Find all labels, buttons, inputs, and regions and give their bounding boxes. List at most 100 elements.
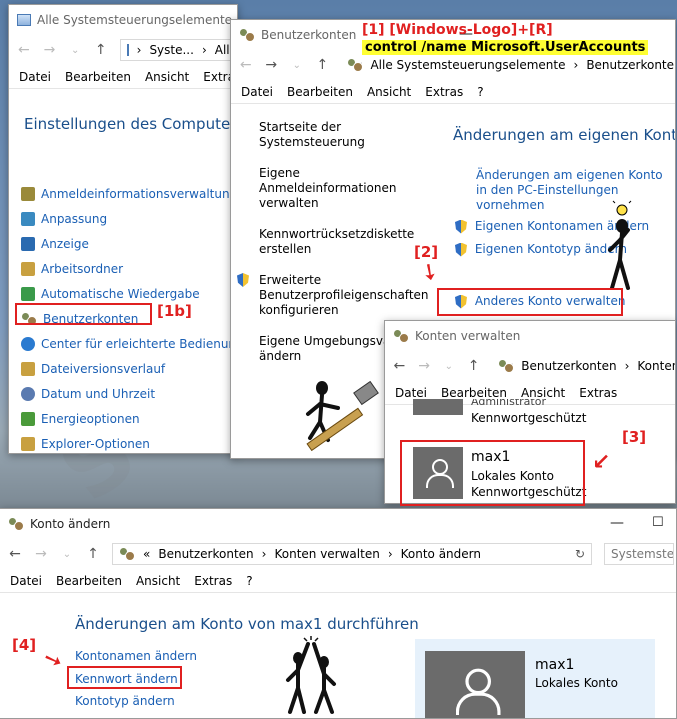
up-arrow-icon[interactable]: ↑	[467, 358, 480, 374]
menu-ansicht[interactable]: Ansicht	[521, 386, 565, 400]
menu-bar: Datei Bearbeiten Ansicht Extras ?	[0, 569, 676, 593]
menu-ansicht[interactable]: Ansicht	[136, 574, 180, 588]
history-chevron-icon[interactable]: ⌄	[290, 60, 304, 71]
side-link-credentials[interactable]: Eigene Anmeldeinformationen verwalten	[259, 166, 434, 211]
uac-shield-icon	[455, 242, 467, 257]
link-change-account-type[interactable]: Kontotyp ändern	[75, 694, 175, 708]
item-display[interactable]: Anzeige	[21, 231, 237, 256]
file-history-icon	[21, 361, 35, 376]
menu-bearbeiten[interactable]: Bearbeiten	[441, 386, 507, 400]
item-explorer-options[interactable]: Explorer-Optionen	[21, 431, 237, 453]
breadcrumb-sep-icon: ›	[573, 58, 579, 72]
menu-extras[interactable]: Extras	[194, 574, 232, 588]
annotation-step1-label: [1] [Windows-Logo]+[R]	[362, 22, 553, 38]
address-bar[interactable]: « Benutzerkonten › Konten verwalten › Ko…	[112, 543, 592, 565]
menu-extras[interactable]: Extras	[425, 85, 463, 99]
history-chevron-icon[interactable]: ⌄	[68, 45, 82, 56]
search-input[interactable]: Systemsteu	[604, 543, 674, 565]
avatar	[425, 651, 525, 718]
up-arrow-icon[interactable]: ↑	[86, 546, 100, 562]
annotation-step1-command: control /name Microsoft.UserAccounts	[362, 40, 649, 55]
back-arrow-icon[interactable]: ←	[17, 42, 31, 58]
users-icon	[119, 547, 135, 561]
menu-datei[interactable]: Datei	[10, 574, 42, 588]
forward-arrow-icon[interactable]: →	[43, 42, 57, 58]
account-tile-admin[interactable]: Administrator Kennwortgeschützt	[413, 399, 613, 431]
forward-arrow-icon[interactable]: →	[34, 546, 48, 562]
autoplay-icon	[21, 286, 35, 301]
window-title: Alle Systemsteuerungselemente	[37, 13, 233, 27]
back-arrow-icon[interactable]: ←	[393, 358, 406, 374]
titlebar: Konten verwalten	[385, 321, 675, 351]
item-date-time[interactable]: Datum und Uhrzeit	[21, 381, 237, 406]
address-bar[interactable]: « Benutzerkonten › Konten	[492, 355, 675, 377]
history-chevron-icon[interactable]: ⌄	[442, 361, 455, 372]
minimize-icon[interactable]: —	[610, 515, 624, 531]
side-link-profile-properties[interactable]: Erweiterte Benutzerprofileigenschaften k…	[237, 273, 434, 318]
breadcrumb-item[interactable]: Konto ändern	[401, 547, 481, 561]
page-title: Einstellungen des Computers	[24, 115, 238, 133]
nav-bar: ← → ⌄ ↑ « Benutzerkonten › Konten verwal…	[0, 539, 676, 569]
menu-help[interactable]: ?	[246, 574, 252, 588]
account-panel: max1 Lokales Konto	[415, 639, 655, 718]
breadcrumb-item[interactable]: Alle Systemsteuerungselemente	[370, 58, 565, 72]
maximize-icon[interactable]: ☐	[652, 515, 664, 530]
personalization-icon	[21, 211, 35, 226]
breadcrumb-sep-icon: ›	[387, 547, 393, 561]
up-arrow-icon[interactable]: ↑	[94, 42, 108, 58]
back-arrow-icon[interactable]: ←	[8, 546, 22, 562]
users-icon	[8, 517, 24, 531]
highlight-account-max1	[400, 440, 585, 506]
display-icon	[21, 236, 35, 251]
users-icon	[393, 329, 409, 343]
breadcrumb-item[interactable]: Konten verwalten	[274, 547, 379, 561]
breadcrumb-sep-icon: ›	[624, 359, 630, 373]
up-arrow-icon[interactable]: ↑	[316, 57, 330, 73]
menu-datei[interactable]: Datei	[19, 70, 51, 84]
breadcrumb-item[interactable]: Syste...	[149, 43, 194, 57]
annotation-step2: [2]	[414, 243, 439, 261]
item-ease-of-access[interactable]: Center für erleichterte Bedienung	[21, 331, 237, 356]
nav-bar: ← → ⌄ ↑ › Syste... › Alle	[9, 35, 237, 65]
avatar	[413, 399, 463, 415]
menu-ansicht[interactable]: Ansicht	[145, 70, 189, 84]
battery-icon	[21, 411, 35, 426]
menu-bearbeiten[interactable]: Bearbeiten	[287, 85, 353, 99]
breadcrumb-overflow-icon[interactable]: «	[143, 547, 150, 561]
annotation-step4: [4]	[12, 636, 37, 654]
refresh-icon[interactable]: ↻	[575, 547, 585, 561]
accessibility-icon	[21, 336, 35, 351]
link-change-account-name[interactable]: Kontonamen ändern	[75, 649, 197, 663]
breadcrumb-item[interactable]: Konten	[637, 359, 675, 373]
vault-icon	[21, 186, 35, 201]
breadcrumb-item[interactable]: Benutzerkonten	[586, 58, 675, 72]
forward-arrow-icon[interactable]: →	[418, 358, 431, 374]
item-work-folders[interactable]: Arbeitsordner	[21, 256, 237, 281]
section-heading: Änderungen am eigenen Konto	[453, 126, 676, 144]
menu-ansicht[interactable]: Ansicht	[367, 85, 411, 99]
history-chevron-icon[interactable]: ⌄	[60, 549, 74, 560]
uac-shield-icon	[455, 219, 467, 234]
annotation-step3: [3]	[622, 428, 647, 446]
item-power-options[interactable]: Energieoptionen	[21, 406, 237, 431]
back-arrow-icon[interactable]: ←	[239, 57, 253, 73]
breadcrumb-item[interactable]: Benutzerkonten	[521, 359, 616, 373]
item-file-history[interactable]: Dateiversionsverlauf	[21, 356, 237, 381]
menu-extras[interactable]: Extras	[579, 386, 617, 400]
menu-bearbeiten[interactable]: Bearbeiten	[56, 574, 122, 588]
menu-datei[interactable]: Datei	[241, 85, 273, 99]
forward-arrow-icon[interactable]: →	[265, 57, 279, 73]
address-bar[interactable]: › Syste... › Alle	[119, 39, 237, 61]
side-link-control-panel-home[interactable]: Startseite der Systemsteuerung	[259, 120, 434, 150]
menu-help[interactable]: ?	[477, 85, 483, 99]
user-icon	[454, 668, 501, 716]
item-credential-manager[interactable]: Anmeldeinformationsverwaltung	[21, 181, 237, 206]
menu-datei[interactable]: Datei	[395, 386, 427, 400]
annotation-step1b: [1b]	[157, 302, 192, 320]
item-personalization[interactable]: Anpassung	[21, 206, 237, 231]
account-name: Administrator	[471, 399, 546, 408]
breadcrumb-item[interactable]: Benutzerkonten	[158, 547, 253, 561]
menu-bearbeiten[interactable]: Bearbeiten	[65, 70, 131, 84]
side-link-reset-disk[interactable]: Kennwortrücksetzdiskette erstellen	[259, 227, 434, 257]
address-bar[interactable]: « Alle Systemsteuerungselemente › Benutz…	[341, 54, 675, 76]
